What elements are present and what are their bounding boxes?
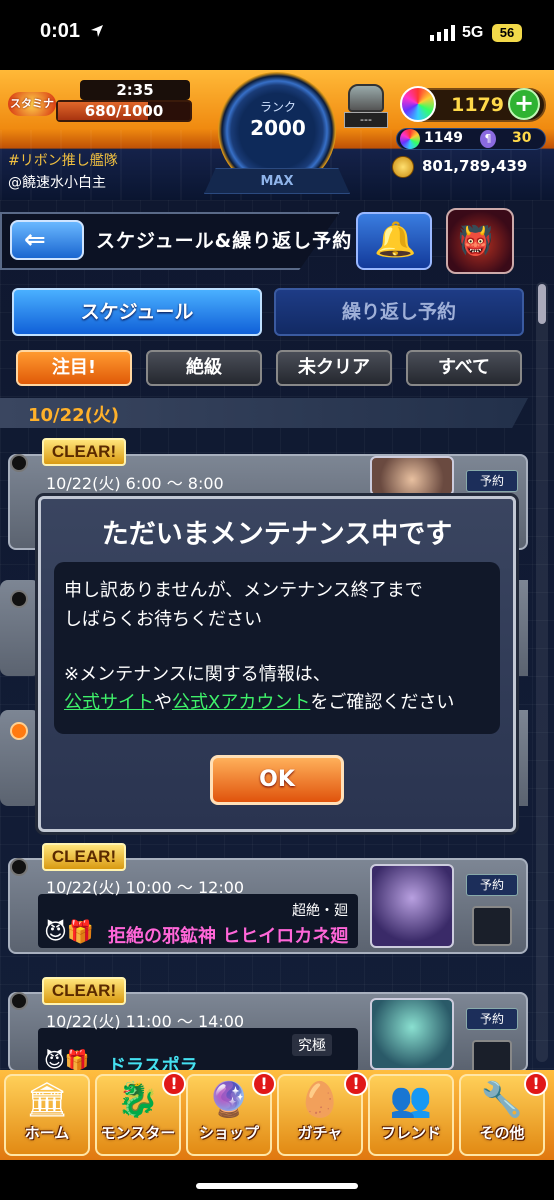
tab-repeat-reserve[interactable]: 繰り返し予約	[274, 288, 524, 336]
alert-badge: !	[252, 1072, 276, 1096]
rank-max-tab: MAX	[204, 168, 350, 194]
difficulty-label: 究極	[292, 1034, 332, 1056]
status-dot-icon	[10, 590, 28, 608]
clear-badge: CLEAR!	[42, 438, 126, 466]
reserve-tag[interactable]: 予約	[466, 874, 518, 896]
status-time: 0:01	[40, 20, 81, 42]
home-icon: 🏛	[25, 1080, 69, 1120]
add-orbs-button[interactable]: +	[508, 88, 540, 120]
network-type: 5G	[462, 24, 484, 41]
location-arrow-icon	[91, 25, 103, 37]
hidden-card-edge	[516, 710, 528, 806]
stamina-value: 680/1000	[84, 102, 164, 120]
alert-badge: !	[344, 1072, 368, 1096]
reserve-checkbox[interactable]	[472, 906, 512, 946]
ticket-count: 30	[512, 130, 532, 146]
rank-label: ランク	[259, 100, 296, 114]
back-arrow-icon: ⇐	[24, 225, 46, 255]
dialog-text: をご確認ください	[310, 692, 455, 713]
reserve-tag[interactable]: 予約	[466, 470, 518, 492]
signal-icon	[430, 25, 455, 41]
status-dot-icon	[10, 454, 28, 472]
monster-portrait	[370, 998, 454, 1070]
alert-badge: !	[162, 1072, 186, 1096]
ok-button[interactable]: OK	[210, 755, 344, 805]
official-site-link[interactable]: 公式サイト	[64, 692, 154, 713]
scrollbar[interactable]	[536, 282, 548, 1062]
back-button[interactable]	[10, 220, 84, 260]
filter-extreme-button[interactable]: 絶級	[146, 350, 262, 386]
monster-portrait	[370, 456, 454, 496]
home-indicator-area	[0, 1160, 554, 1200]
home-indicator[interactable]	[196, 1183, 358, 1189]
gold-count: 801,789,439	[422, 157, 528, 175]
helmet-value: ---	[344, 112, 388, 128]
bell-icon: 🔔	[374, 220, 417, 260]
dialog-text: 申し訳ありませんが、メンテナンス終了まで	[64, 580, 423, 601]
orb-count: 1179	[451, 94, 504, 116]
card-time: 10/22(火) 6:00 〜 8:00	[46, 474, 224, 493]
status-dot-icon	[10, 858, 28, 876]
filter-uncleared-button[interactable]: 未クリア	[276, 350, 392, 386]
status-dot-icon	[10, 992, 28, 1010]
page-title: スケジュール&繰り返し予約	[96, 230, 353, 252]
clear-badge: CLEAR!	[42, 977, 126, 1005]
monster-portrait	[370, 864, 454, 948]
element-icons: 😈🎁	[44, 920, 95, 945]
stamina-bar[interactable]: 680/1000	[56, 100, 192, 122]
card-time: 10/22(火) 11:00 〜 14:00	[46, 1012, 245, 1031]
filter-featured-button[interactable]: 注目!	[16, 350, 132, 386]
nav-label: その他	[479, 1124, 525, 1142]
alert-badge: !	[524, 1072, 548, 1096]
dialog-text: や	[154, 692, 172, 713]
rank-value: 2000	[250, 116, 306, 140]
official-x-account-link[interactable]: 公式Xアカウント	[172, 692, 310, 713]
dialog-link-line: 公式サイトや公式Xアカウントをご確認ください	[64, 688, 454, 714]
dialog-text: しばらくお待ちください	[64, 609, 262, 630]
gold-coin-icon	[392, 156, 414, 178]
player-name: @饒速水小白主	[8, 175, 106, 191]
reserve-tag[interactable]: 予約	[466, 1008, 518, 1030]
scrollbar-thumb[interactable]	[538, 284, 546, 324]
element-icons: 😈🎁	[44, 1048, 90, 1072]
monster-face-icon: 👹	[458, 224, 493, 257]
nav-label: フレンド	[380, 1124, 441, 1142]
active-dot-icon	[10, 722, 28, 740]
filter-all-button[interactable]: すべて	[406, 350, 522, 386]
helmet-icon[interactable]	[348, 84, 384, 112]
difficulty-label: 超絶・廻	[292, 903, 348, 919]
ticket-icon: ¶	[480, 130, 496, 148]
orb-icon	[400, 86, 436, 122]
card-time: 10/22(火) 10:00 〜 12:00	[46, 878, 245, 897]
quest-name: 拒絶の邪鉱神 ヒヒイロカネ廻	[108, 926, 349, 947]
hidden-card-edge	[516, 580, 528, 676]
nav-label: ホーム	[24, 1124, 70, 1142]
sub-orb-icon	[400, 129, 420, 149]
stamina-icon: スタミナ	[8, 92, 56, 116]
dialog-text: ※メンテナンスに関する情報は、	[64, 664, 331, 685]
clear-badge: CLEAR!	[42, 843, 126, 871]
nav-label: モンスター	[100, 1124, 176, 1142]
stamina-timer: 2:35	[80, 80, 190, 100]
player-tag: #リボン推し艦隊	[8, 153, 118, 169]
nav-label: ショップ	[198, 1124, 259, 1142]
dialog-title: ただいまメンテナンス中です	[101, 519, 453, 550]
sub-orb-count: 1149	[424, 130, 463, 146]
friend-icon: 👥	[389, 1080, 433, 1120]
date-header-text: 10/22(火)	[28, 405, 120, 426]
tab-schedule[interactable]: スケジュール	[12, 288, 262, 336]
battery-icon: 56	[492, 24, 522, 42]
nav-label: ガチャ	[297, 1124, 343, 1142]
